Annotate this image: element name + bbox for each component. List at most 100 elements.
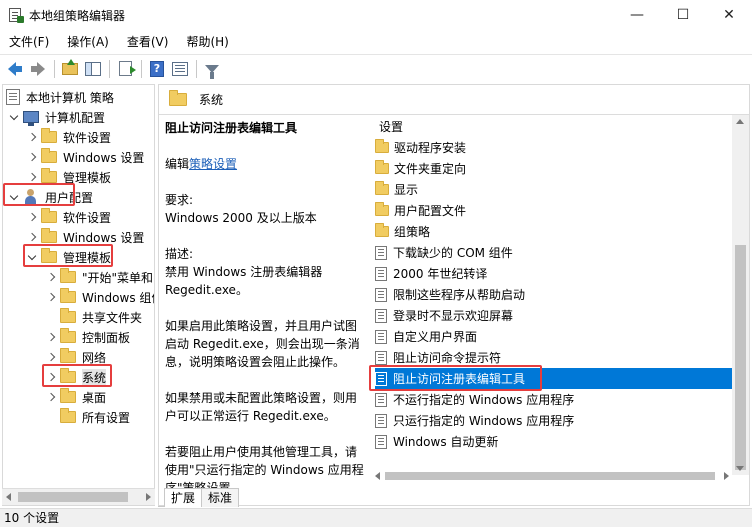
tree-label: 网络: [82, 350, 107, 365]
back-arrow-icon[interactable]: [4, 58, 26, 80]
tree-horizontal-scrollbar[interactable]: [2, 488, 155, 505]
folder-icon: [60, 388, 76, 403]
tree-item-system[interactable]: 系统: [46, 367, 107, 387]
chevron-down-icon[interactable]: [27, 252, 37, 262]
tree-item-shared-folders[interactable]: 共享文件夹: [46, 307, 142, 327]
list-item[interactable]: 阻止访问命令提示符: [375, 347, 735, 368]
tree-item-user-config[interactable]: 用户配置: [9, 187, 93, 207]
up-folder-icon[interactable]: [59, 58, 81, 80]
status-bar: 10 个设置: [0, 508, 752, 527]
chevron-right-icon[interactable]: [46, 272, 56, 282]
chevron-right-icon[interactable]: [27, 212, 37, 222]
chevron-right-icon[interactable]: [46, 292, 56, 302]
tree-item-computer-config[interactable]: 计算机配置: [9, 107, 105, 127]
chevron-right-icon[interactable]: [27, 132, 37, 142]
list-item[interactable]: 只运行指定的 Windows 应用程序: [375, 410, 735, 431]
tree-item-cc-windows[interactable]: Windows 设置: [27, 147, 144, 167]
tree-item-start-menu[interactable]: "开始"菜单和: [46, 267, 153, 287]
chevron-right-icon[interactable]: [46, 392, 56, 402]
tree-item-control-panel[interactable]: 控制面板: [46, 327, 130, 347]
scroll-down-icon[interactable]: [736, 466, 744, 471]
list-horizontal-scrollbar[interactable]: [371, 469, 733, 483]
view-tabs: 扩展 标准: [158, 487, 240, 507]
tree-item-root[interactable]: 本地计算机 策略: [6, 87, 114, 107]
menu-file[interactable]: 文件(F): [0, 32, 58, 52]
chevron-down-icon[interactable]: [9, 192, 19, 202]
tree-label: 控制面板: [82, 330, 131, 345]
edit-policy-link[interactable]: 策略设置: [189, 157, 237, 171]
tab-extended[interactable]: 扩展: [164, 488, 203, 507]
list-item[interactable]: 组策略: [375, 221, 735, 242]
toolbar: ?: [0, 54, 752, 82]
folder-icon: [60, 368, 76, 383]
chevron-right-icon[interactable]: [46, 332, 56, 342]
scroll-thumb[interactable]: [385, 472, 715, 480]
scroll-thumb[interactable]: [735, 245, 746, 470]
list-item[interactable]: 2000 年世纪转译: [375, 263, 735, 284]
folder-icon: [41, 208, 57, 223]
list-item[interactable]: 限制这些程序从帮助启动: [375, 284, 735, 305]
toolbar-separator: [54, 59, 55, 78]
close-button[interactable]: ✕: [706, 0, 752, 30]
menu-action[interactable]: 操作(A): [58, 32, 118, 52]
view-icon[interactable]: [169, 58, 191, 80]
column-header-settings[interactable]: 设置: [379, 117, 403, 137]
tree-item-windows-components[interactable]: Windows 组件: [46, 287, 154, 307]
list-item[interactable]: 用户配置文件: [375, 200, 735, 221]
menu-help[interactable]: 帮助(H): [177, 32, 237, 52]
tree-item-network[interactable]: 网络: [46, 347, 106, 367]
list-item[interactable]: 不运行指定的 Windows 应用程序: [375, 389, 735, 410]
policy-tree: 本地计算机 策略 计算机配置 软件设置 Windows 设置 管理模板 用户配置…: [2, 84, 155, 506]
list-item[interactable]: 驱动程序安装: [375, 137, 735, 158]
scroll-left-icon[interactable]: [6, 493, 11, 501]
tree-item-cc-admin[interactable]: 管理模板: [27, 167, 111, 187]
scroll-right-icon[interactable]: [146, 493, 151, 501]
tree-label: 用户配置: [45, 190, 94, 205]
help-icon[interactable]: ?: [146, 58, 168, 80]
enabled-text: 如果启用此策略设置，并且用户试图启动 Regedit.exe，则会出现一条消息，…: [165, 319, 360, 369]
filter-icon[interactable]: [201, 58, 223, 80]
folder-icon: [169, 90, 187, 106]
scroll-thumb[interactable]: [18, 492, 128, 502]
menu-bar: 文件(F) 操作(A) 查看(V) 帮助(H): [0, 32, 238, 52]
folder-icon: [60, 408, 76, 423]
group-policy-app-icon: [7, 7, 24, 23]
list-item[interactable]: 登录时不显示欢迎屏幕: [375, 305, 735, 326]
window-title: 本地组策略编辑器: [29, 8, 126, 23]
list-item[interactable]: 显示: [375, 179, 735, 200]
chevron-down-icon[interactable]: [9, 112, 19, 122]
tree-item-all-settings[interactable]: 所有设置: [46, 407, 130, 427]
tree-item-desktop[interactable]: 桌面: [46, 387, 106, 407]
folder-icon: [41, 248, 57, 263]
chevron-right-icon[interactable]: [46, 372, 56, 382]
minimize-button[interactable]: —: [614, 0, 660, 30]
menu-view[interactable]: 查看(V): [118, 32, 178, 52]
disabled-text: 如果禁用或未配置此策略设置，则用户可以正常运行 Regedit.exe。: [165, 391, 358, 423]
folder-icon: [375, 181, 389, 195]
list-vertical-scrollbar[interactable]: [732, 115, 749, 475]
tree-label: Windows 设置: [63, 230, 145, 245]
show-hide-tree-icon[interactable]: [82, 58, 104, 80]
tree-item-uc-software[interactable]: 软件设置: [27, 207, 111, 227]
forward-arrow-icon[interactable]: [27, 58, 49, 80]
folder-icon: [60, 268, 76, 283]
maximize-button[interactable]: ☐: [660, 0, 706, 30]
chevron-right-icon[interactable]: [46, 352, 56, 362]
chevron-right-icon[interactable]: [27, 232, 37, 242]
tab-standard[interactable]: 标准: [201, 488, 240, 507]
scroll-right-icon[interactable]: [724, 472, 729, 480]
chevron-right-icon[interactable]: [27, 172, 37, 182]
scroll-up-icon[interactable]: [736, 119, 744, 124]
list-item[interactable]: 自定义用户界面: [375, 326, 735, 347]
list-item[interactable]: 下载缺少的 COM 组件: [375, 242, 735, 263]
tree-item-uc-admin[interactable]: 管理模板: [27, 247, 111, 267]
tree-item-cc-software[interactable]: 软件设置: [27, 127, 111, 147]
chevron-right-icon[interactable]: [27, 152, 37, 162]
export-list-icon[interactable]: [114, 58, 136, 80]
list-item[interactable]: Windows 自动更新: [375, 431, 735, 452]
list-item-selected[interactable]: 阻止访问注册表编辑工具: [375, 368, 735, 389]
policy-setting-icon: [375, 245, 387, 260]
list-item[interactable]: 文件夹重定向: [375, 158, 735, 179]
scroll-left-icon[interactable]: [375, 472, 380, 480]
tree-item-uc-windows[interactable]: Windows 设置: [27, 227, 144, 247]
